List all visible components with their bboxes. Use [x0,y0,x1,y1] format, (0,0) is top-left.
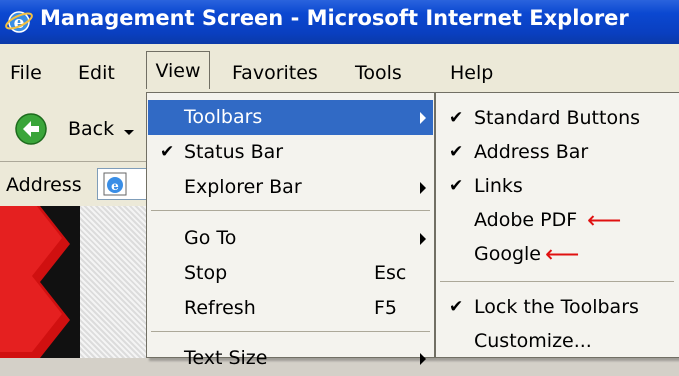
red-annotation-arrow-icon: ⟵ [587,206,622,234]
checkmark-icon: ✔ [449,297,464,317]
toolbars-adobe-pdf[interactable]: Adobe PDF ⟵ [437,203,677,237]
view-menu-refresh-label: Refresh [184,297,256,319]
address-input[interactable]: e [97,168,147,200]
view-menu-status-bar-label: Status Bar [184,141,284,163]
back-button[interactable] [8,110,68,148]
toolbars-lock-the-toolbars-label: Lock the Toolbars [474,296,639,318]
menu-favorites[interactable]: Favorites [232,58,318,88]
view-menu-go-to[interactable]: Go To [148,221,433,256]
toolbars-links[interactable]: ✔ Links [437,169,677,203]
menu-help[interactable]: Help [450,58,493,88]
view-menu-explorer-bar[interactable]: Explorer Bar [148,170,433,205]
view-menu-text-size-label: Text Size [184,347,268,369]
decorative-red-graphic [0,206,80,358]
menu-tools[interactable]: Tools [355,58,402,88]
shortcut-f5: F5 [374,297,398,319]
menu-separator [151,331,430,332]
window-title: Management Screen - Microsoft Internet E… [40,6,629,30]
toolbars-google-label: Google [474,243,542,265]
page-icon: e [103,172,127,196]
submenu-arrow-icon [420,112,426,124]
menu-view[interactable]: View [146,51,210,89]
toolbars-address-bar-label: Address Bar [474,141,589,163]
view-menu-text-size[interactable]: Text Size [148,341,433,376]
menu-file[interactable]: File [10,58,42,88]
menu-separator [151,210,430,211]
view-menu-refresh[interactable]: Refresh F5 [148,291,433,326]
toolbars-submenu: ✔ Standard Buttons ✔ Address Bar ✔ Links… [435,92,679,358]
toolbars-standard-buttons-label: Standard Buttons [474,107,641,129]
menu-edit[interactable]: Edit [78,58,115,88]
view-menu-go-to-label: Go To [184,227,237,249]
toolbars-customize-label: Customize... [474,330,592,352]
toolbars-standard-buttons[interactable]: ✔ Standard Buttons [437,101,677,135]
toolbars-google[interactable]: Google ⟵ [437,237,677,271]
checkmark-icon: ✔ [449,108,464,128]
view-menu-explorer-bar-label: Explorer Bar [184,176,302,198]
view-menu-status-bar[interactable]: ✔ Status Bar [148,135,433,170]
view-menu: Toolbars ✔ Status Bar Explorer Bar Go To… [146,92,435,369]
checkmark-icon: ✔ [160,142,175,162]
view-menu-toolbars[interactable]: Toolbars [148,100,433,135]
checkmark-icon: ✔ [449,142,464,162]
back-button-label[interactable]: Back [68,118,114,140]
submenu-arrow-icon [420,233,426,245]
shortcut-esc: Esc [374,262,407,284]
back-arrow-icon [15,113,47,145]
toolbars-address-bar[interactable]: ✔ Address Bar [437,135,677,169]
view-menu-toolbars-label: Toolbars [184,106,263,128]
address-label: Address [6,174,82,196]
red-annotation-arrow-icon: ⟵ [545,240,580,268]
svg-text:e: e [111,179,119,193]
view-menu-stop-label: Stop [184,262,228,284]
internet-explorer-icon: e [5,11,33,33]
toolbars-adobe-pdf-label: Adobe PDF [474,209,578,231]
checkmark-icon: ✔ [449,176,464,196]
menu-separator [440,281,674,282]
submenu-arrow-icon [420,353,426,365]
toolbars-customize[interactable]: Customize... [437,324,677,358]
submenu-arrow-icon [420,182,426,194]
view-menu-stop[interactable]: Stop Esc [148,256,433,291]
back-dropdown-icon[interactable] [124,130,134,135]
toolbars-lock-the-toolbars[interactable]: ✔ Lock the Toolbars [437,290,677,324]
toolbars-links-label: Links [474,175,523,197]
